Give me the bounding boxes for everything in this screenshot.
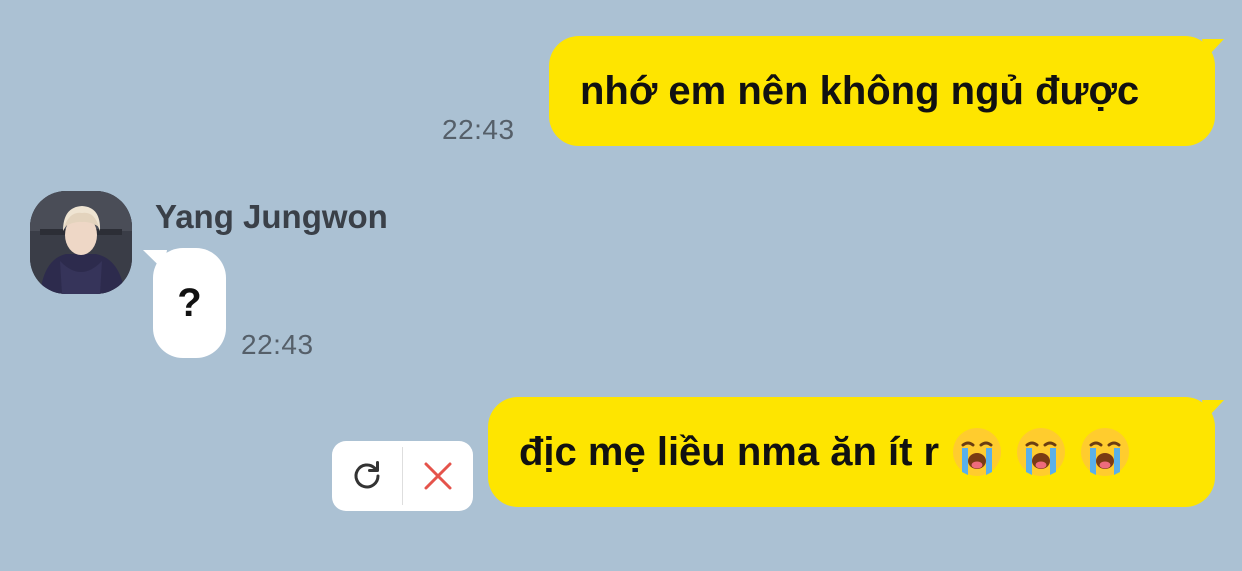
sender-name[interactable]: Yang Jungwon (155, 198, 388, 236)
incoming-message-bubble[interactable]: ? (153, 248, 226, 358)
message-text: nhớ em nên không ngủ được (580, 68, 1140, 113)
loudly-crying-face-icon (1017, 428, 1066, 476)
loudly-crying-face-icon (953, 428, 1002, 476)
avatar-image (30, 191, 132, 294)
message-timestamp: 22:43 (442, 114, 515, 145)
loudly-crying-face-icon (1081, 428, 1130, 476)
outgoing-message-bubble[interactable]: địc mẹ liều nma ăn ít r (488, 397, 1215, 507)
message-timestamp: 22:43 (241, 329, 314, 360)
message-text: ? (177, 280, 202, 325)
outgoing-message-bubble[interactable]: nhớ em nên không ngủ được (549, 36, 1215, 146)
retry-icon (354, 461, 380, 489)
resend-button[interactable] (332, 441, 402, 511)
close-icon (424, 462, 452, 490)
avatar[interactable] (30, 191, 132, 294)
message-text: địc mẹ liều nma ăn ít r (519, 429, 940, 474)
delete-button[interactable] (403, 441, 473, 511)
failed-message-actions (332, 441, 473, 511)
